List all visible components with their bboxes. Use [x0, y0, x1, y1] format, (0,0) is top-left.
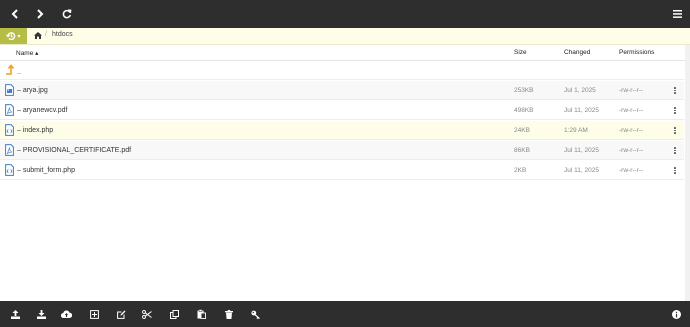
home-icon: [34, 32, 42, 39]
table-header: Name ▴ Size Changed Permissions: [0, 45, 690, 61]
code-file-icon: [5, 124, 14, 138]
parent-folder-icon: [5, 64, 15, 77]
file-permissions: -rw-r--r--: [619, 107, 644, 114]
row-menu-icon[interactable]: [671, 104, 679, 117]
scrollbar[interactable]: [685, 45, 690, 301]
copy-icon: [169, 309, 179, 319]
table-row-parent[interactable]: ..: [0, 61, 684, 80]
file-size: 86KB: [514, 147, 530, 154]
pdf-file-icon: [5, 104, 14, 118]
edit-button[interactable]: [112, 301, 130, 327]
breadcrumb-home[interactable]: [34, 32, 42, 41]
delete-icon: [225, 309, 233, 319]
column-size-header[interactable]: Size: [514, 49, 527, 56]
refresh-button[interactable]: [54, 0, 80, 28]
file-permissions: -rw-r--r--: [619, 87, 644, 94]
info-button[interactable]: [667, 301, 685, 327]
table-row[interactable]: – index.php 24KB 1:29 AM -rw-r--r--: [0, 121, 684, 140]
cut-icon: [142, 309, 152, 319]
history-mode-button[interactable]: ▾: [0, 28, 27, 44]
file-name: – arya.jpg: [17, 87, 48, 94]
chevron-left-icon: [11, 9, 18, 19]
upload-button[interactable]: [6, 301, 24, 327]
history-icon: [6, 32, 16, 41]
column-changed-header[interactable]: Changed: [564, 49, 590, 56]
breadcrumb-separator: /: [45, 31, 47, 38]
delete-button[interactable]: [220, 301, 238, 327]
file-name: – PROVISIONAL_CERTIFICATE.pdf: [17, 147, 132, 154]
file-changed: Jul 11, 2025: [564, 107, 599, 114]
column-name-header[interactable]: Name ▴: [16, 49, 38, 57]
hamburger-menu-icon: [672, 10, 682, 18]
breadcrumb-current[interactable]: htdocs: [52, 31, 73, 38]
caret-down-icon: ▾: [17, 33, 21, 40]
file-permissions: -rw-r--r--: [619, 147, 644, 154]
row-menu-icon[interactable]: [671, 124, 679, 137]
column-permissions-header[interactable]: Permissions: [619, 49, 654, 56]
row-menu-icon[interactable]: [671, 84, 679, 97]
cloud-upload-icon: [60, 310, 72, 318]
file-permissions: -rw-r--r--: [619, 167, 644, 174]
menu-button[interactable]: [664, 0, 690, 28]
image-file-icon: [5, 84, 14, 98]
chevron-right-icon: [37, 9, 44, 19]
edit-icon: [116, 310, 125, 319]
permissions-key-icon: [251, 310, 260, 319]
row-menu-icon[interactable]: [671, 144, 679, 157]
file-size: 24KB: [514, 127, 530, 134]
upload-icon: [10, 309, 20, 319]
new-file-icon: [89, 309, 99, 319]
file-size: 253KB: [514, 87, 534, 94]
copy-button[interactable]: [165, 301, 183, 327]
paste-icon: [197, 309, 206, 319]
table-row[interactable]: – arya.jpg 253KB Jul 1, 2025 -rw-r--r--: [0, 81, 684, 100]
permissions-button[interactable]: [247, 301, 265, 327]
row-menu-icon[interactable]: [671, 164, 679, 177]
file-size: 2KB: [514, 167, 527, 174]
table-row[interactable]: – PROVISIONAL_CERTIFICATE.pdf 86KB Jul 1…: [0, 141, 684, 160]
file-size: 498KB: [514, 107, 534, 114]
table-row[interactable]: – submit_form.php 2KB Jul 11, 2025 -rw-r…: [0, 161, 684, 180]
download-icon: [36, 309, 46, 319]
new-file-button[interactable]: [85, 301, 103, 327]
code-file-icon: [5, 164, 14, 178]
file-name: – aryanewcv.pdf: [17, 107, 68, 114]
bottom-toolbar: [0, 301, 690, 327]
file-name: ..: [17, 69, 21, 76]
paste-button[interactable]: [192, 301, 210, 327]
file-permissions: -rw-r--r--: [619, 127, 644, 134]
pdf-file-icon: [5, 144, 14, 158]
file-changed: 1:29 AM: [564, 127, 588, 134]
forward-button[interactable]: [27, 0, 53, 28]
cut-button[interactable]: [138, 301, 156, 327]
refresh-icon: [62, 9, 72, 19]
breadcrumb-bar: ▾ / htdocs: [0, 28, 690, 45]
download-button[interactable]: [32, 301, 50, 327]
file-name: – submit_form.php: [17, 167, 75, 174]
file-changed: Jul 11, 2025: [564, 147, 599, 154]
back-button[interactable]: [2, 0, 28, 28]
table-row[interactable]: – aryanewcv.pdf 498KB Jul 11, 2025 -rw-r…: [0, 101, 684, 120]
info-icon: [671, 309, 681, 319]
file-name: – index.php: [17, 127, 54, 134]
top-toolbar: [0, 0, 690, 28]
file-changed: Jul 1, 2025: [564, 87, 596, 94]
file-changed: Jul 11, 2025: [564, 167, 599, 174]
cloud-upload-button[interactable]: [57, 301, 75, 327]
